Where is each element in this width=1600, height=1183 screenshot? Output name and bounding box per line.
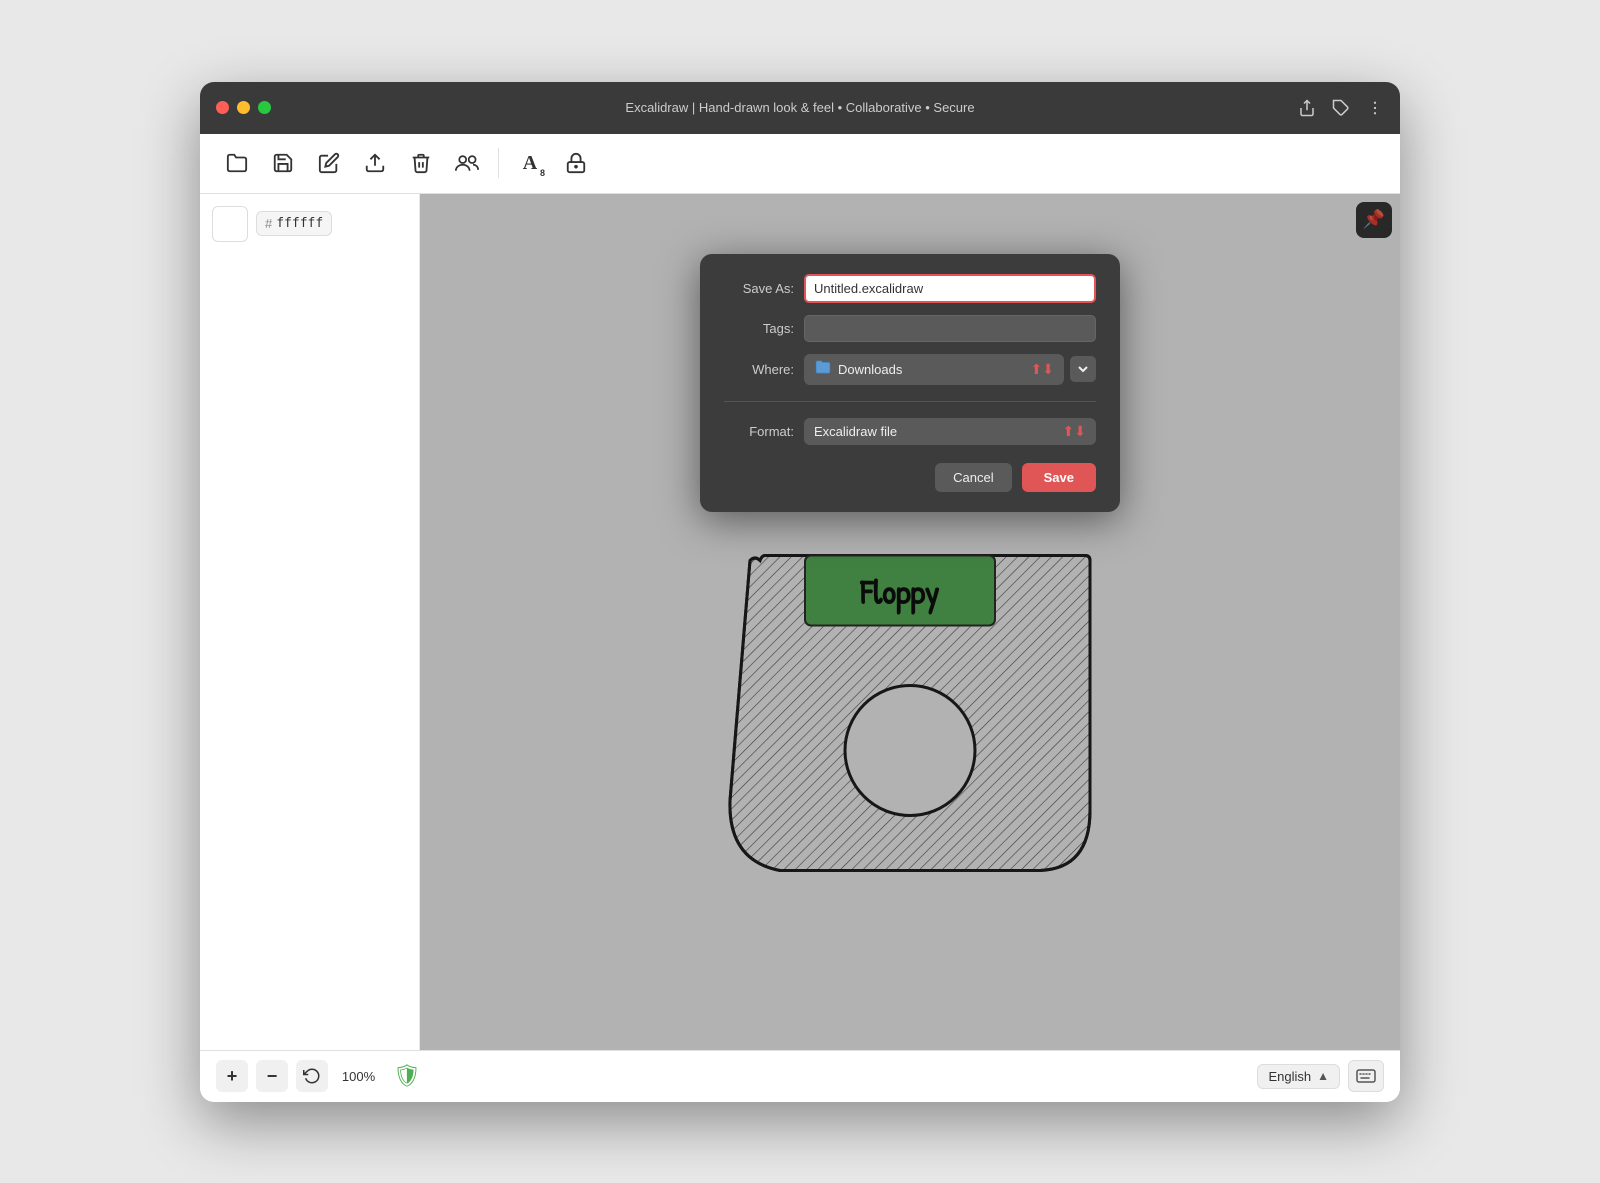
folder-icon [814, 359, 832, 380]
canvas-area: 📌 [420, 194, 1400, 1050]
bottombar: + − 100% 🛡 English ▲ [200, 1050, 1400, 1102]
zoom-out-button[interactable]: − [256, 1060, 288, 1092]
titlebar-actions [1298, 99, 1384, 117]
color-hash-input[interactable]: # ffffff [256, 211, 332, 236]
language-selector[interactable]: English ▲ [1257, 1064, 1340, 1089]
share-icon-button[interactable] [1298, 99, 1316, 117]
where-spinner-icon: ⬆⬇ [1031, 361, 1054, 378]
where-label: Where: [724, 362, 794, 377]
format-text: Excalidraw file [814, 424, 1057, 439]
delete-button[interactable] [400, 142, 442, 184]
color-swatch-row: # ffffff [212, 206, 407, 242]
modal-overlay: Save As: Tags: Where: [420, 194, 1400, 1050]
titlebar: Excalidraw | Hand-drawn look & feel • Co… [200, 82, 1400, 134]
edit-button[interactable] [308, 142, 350, 184]
where-row: Where: Downloads ⬆⬇ [724, 354, 1096, 385]
hash-symbol: # [265, 216, 272, 231]
text-style-button[interactable]: A 8 [509, 142, 551, 184]
save-as-row: Save As: [724, 274, 1096, 303]
lock-button[interactable] [555, 142, 597, 184]
main-area: # ffffff 📌 [200, 194, 1400, 1050]
modal-buttons: Cancel Save [724, 463, 1096, 492]
tags-label: Tags: [724, 321, 794, 336]
save-as-label: Save As: [724, 281, 794, 296]
bottombar-right: English ▲ [1257, 1060, 1384, 1092]
more-options-button[interactable] [1366, 99, 1384, 117]
modal-divider [724, 401, 1096, 402]
format-spinner-icon: ⬆⬇ [1063, 423, 1086, 440]
extensions-icon-button[interactable] [1332, 99, 1350, 117]
export-button[interactable] [354, 142, 396, 184]
collaborate-button[interactable] [446, 142, 488, 184]
where-text: Downloads [838, 362, 1025, 377]
chevron-up-icon: ▲ [1317, 1069, 1329, 1083]
close-button[interactable] [216, 101, 229, 114]
where-dropdown[interactable]: Downloads ⬆⬇ [804, 354, 1064, 385]
toolbar: A 8 [200, 134, 1400, 194]
minimize-button[interactable] [237, 101, 250, 114]
zoom-level-display: 100% [336, 1069, 381, 1084]
maximize-button[interactable] [258, 101, 271, 114]
save-as-dialog: Save As: Tags: Where: [700, 254, 1120, 512]
toolbar-separator [498, 148, 499, 178]
shield-icon: 🛡 [393, 1063, 421, 1089]
keyboard-shortcut-button[interactable] [1348, 1060, 1384, 1092]
window-title: Excalidraw | Hand-drawn look & feel • Co… [625, 100, 974, 115]
tags-row: Tags: [724, 315, 1096, 342]
save-as-input[interactable] [804, 274, 1096, 303]
tags-input[interactable] [804, 315, 1096, 342]
language-label: English [1268, 1069, 1311, 1084]
save-button[interactable]: Save [1022, 463, 1096, 492]
app-window: Excalidraw | Hand-drawn look & feel • Co… [200, 82, 1400, 1102]
color-hex-value: ffffff [276, 216, 323, 231]
format-row: Format: Excalidraw file ⬆⬇ [724, 418, 1096, 445]
zoom-in-button[interactable]: + [216, 1060, 248, 1092]
save-button[interactable] [262, 142, 304, 184]
open-folder-button[interactable] [216, 142, 258, 184]
cancel-button[interactable]: Cancel [935, 463, 1011, 492]
left-panel: # ffffff [200, 194, 420, 1050]
color-swatch[interactable] [212, 206, 248, 242]
format-select[interactable]: Excalidraw file ⬆⬇ [804, 418, 1096, 445]
format-label: Format: [724, 424, 794, 439]
where-expand-button[interactable] [1070, 356, 1096, 382]
reset-zoom-button[interactable] [296, 1060, 328, 1092]
downloads-folder-icon [814, 359, 832, 375]
traffic-lights [216, 101, 271, 114]
